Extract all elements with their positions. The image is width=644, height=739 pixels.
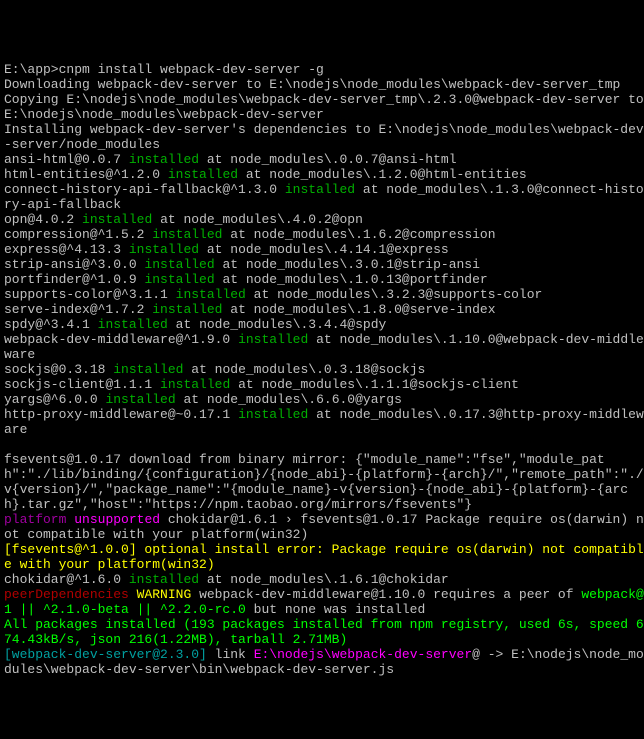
install-row-path: at node_modules\.1.2.0@html-entities: [246, 167, 527, 182]
installed-keyword: installed: [176, 287, 246, 302]
link-arrow: @ ->: [472, 647, 511, 662]
install-row-pkg: http-proxy-middleware@~0.17.1: [4, 407, 230, 422]
optional-install-error: [fsevents@^1.0.0] optional install error…: [4, 542, 644, 572]
install-row-path: at node_modules\.0.3.18@sockjs: [191, 362, 425, 377]
link-word: link: [215, 647, 246, 662]
install-row-path: at node_modules\.6.6.0@yargs: [183, 392, 401, 407]
installed-keyword: installed: [144, 272, 214, 287]
install-row-pkg: serve-index@^1.7.2: [4, 302, 144, 317]
install-row-pkg: spdy@^3.4.1: [4, 317, 90, 332]
fsevents-pkg: fsevents@1.0.17: [4, 452, 121, 467]
peerdeps-msg: webpack-dev-middleware@1.10.0 requires a…: [199, 587, 573, 602]
peerdeps-none: but none was installed: [254, 602, 426, 617]
install-row-path: at node_modules\.1.0.13@portfinder: [222, 272, 487, 287]
platform-label: platform: [4, 512, 66, 527]
install-row-pkg: express@^4.13.3: [4, 242, 121, 257]
prompt-path: E:\app>: [4, 62, 59, 77]
peerdeps-warning: WARNING: [137, 587, 192, 602]
chokidar-pkg: chokidar@^1.6.0: [4, 572, 121, 587]
installed-keyword: installed: [98, 317, 168, 332]
installed-keyword: installed: [144, 257, 214, 272]
installed-keyword: installed: [82, 212, 152, 227]
install-row-pkg: connect-history-api-fallback@^1.3.0: [4, 182, 277, 197]
install-row-pkg: opn@4.0.2: [4, 212, 74, 227]
install-row-path: at node_modules\.3.2.3@supports-color: [254, 287, 543, 302]
installed-keyword: installed: [152, 302, 222, 317]
install-row-path: at node_modules\.4.0.2@opn: [160, 212, 363, 227]
installed-keyword: installed: [238, 332, 308, 347]
install-deps-line: Installing webpack-dev-server's dependen…: [4, 122, 644, 152]
copy-line: Copying E:\nodejs\node_modules\webpack-d…: [4, 92, 644, 122]
installed-keyword: installed: [129, 572, 199, 587]
install-list: ansi-html@0.0.7 installed at node_module…: [4, 152, 644, 437]
install-row-pkg: supports-color@^3.1.1: [4, 287, 168, 302]
installed-keyword: installed: [285, 182, 355, 197]
install-row-path: at node_modules\.1.8.0@serve-index: [230, 302, 495, 317]
command-text: cnpm install webpack-dev-server -g: [59, 62, 324, 77]
install-row-pkg: yargs@^6.0.0: [4, 392, 98, 407]
install-row-pkg: sockjs@0.3.18: [4, 362, 105, 377]
install-row-pkg: portfinder@^1.0.9: [4, 272, 137, 287]
install-row-path: at node_modules\.4.14.1@express: [207, 242, 449, 257]
install-row-pkg: ansi-html@0.0.7: [4, 152, 121, 167]
installed-keyword: installed: [113, 362, 183, 377]
chokidar-path: at node_modules\.1.6.1@chokidar: [207, 572, 449, 587]
download-line: Downloading webpack-dev-server to E:\nod…: [4, 77, 620, 92]
install-row-path: at node_modules\.0.0.7@ansi-html: [207, 152, 457, 167]
installed-keyword: installed: [160, 377, 230, 392]
installed-keyword: installed: [129, 152, 199, 167]
installed-keyword: installed: [105, 392, 175, 407]
unsupported-label: unsupported: [74, 512, 160, 527]
peerdeps-label: peerDependencies: [4, 587, 129, 602]
installed-keyword: installed: [168, 167, 238, 182]
install-row-pkg: sockjs-client@1.1.1: [4, 377, 152, 392]
install-row-path: at node_modules\.1.1.1@sockjs-client: [238, 377, 519, 392]
installed-keyword: installed: [152, 227, 222, 242]
install-row-pkg: strip-ansi@^3.0.0: [4, 257, 137, 272]
install-row-path: at node_modules\.3.0.1@strip-ansi: [222, 257, 479, 272]
install-row-pkg: webpack-dev-middleware@^1.9.0: [4, 332, 230, 347]
install-row-path: at node_modules\.1.6.2@compression: [230, 227, 495, 242]
install-row-pkg: compression@^1.5.2: [4, 227, 144, 242]
link-src: E:\nodejs\webpack-dev-server: [254, 647, 472, 662]
installed-keyword: installed: [129, 242, 199, 257]
install-row-pkg: html-entities@^1.2.0: [4, 167, 160, 182]
summary-line: All packages installed (193 packages ins…: [4, 617, 644, 647]
install-row-path: at node_modules\.3.4.4@spdy: [176, 317, 387, 332]
link-pkg: [webpack-dev-server@2.3.0]: [4, 647, 207, 662]
installed-keyword: installed: [238, 407, 308, 422]
